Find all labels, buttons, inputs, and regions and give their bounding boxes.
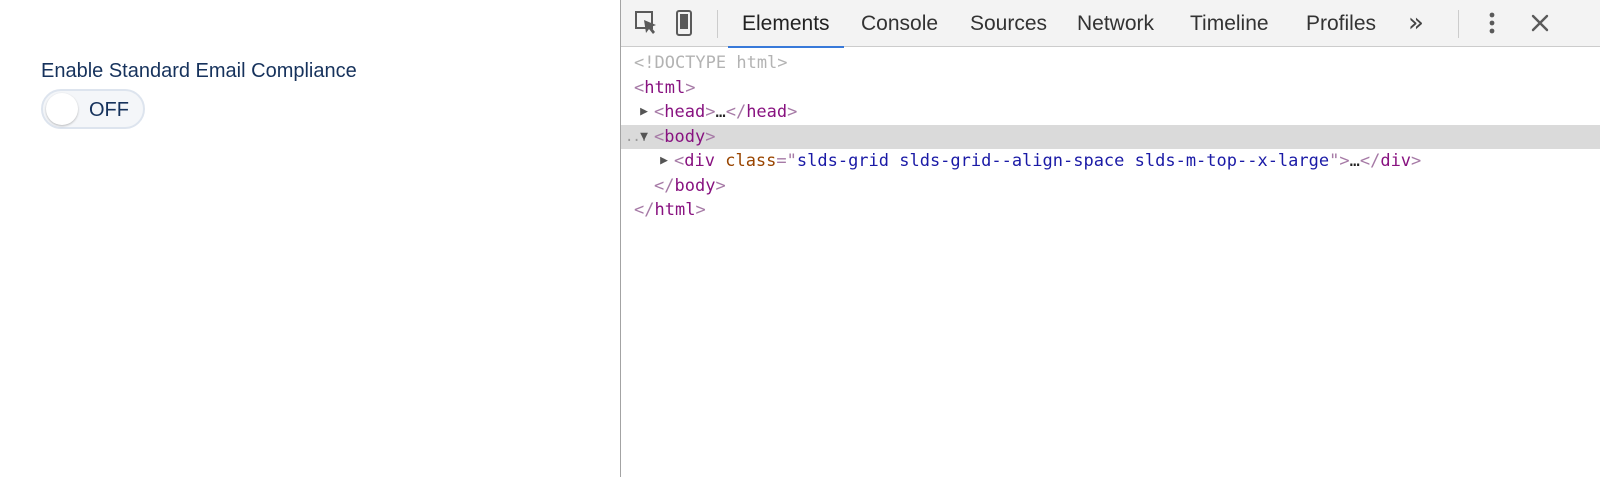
head-close-tag: head	[746, 102, 788, 122]
body-close-tag: body	[674, 175, 716, 196]
div-tag: div	[684, 151, 715, 171]
toolbar-separator	[717, 10, 718, 38]
tab-console[interactable]: Console	[847, 0, 952, 47]
expand-triangle-icon[interactable]: ▶	[657, 149, 671, 174]
dom-node-html-open[interactable]: <html>	[621, 76, 1600, 101]
kebab-menu-icon[interactable]	[1479, 10, 1505, 36]
dom-node-body-close[interactable]: </body>	[621, 174, 1600, 199]
tab-timeline[interactable]: Timeline	[1176, 0, 1283, 47]
toggle-state-label: OFF	[89, 99, 129, 121]
div-close-tag: div	[1380, 151, 1412, 171]
dom-node-html-close[interactable]: </html>	[621, 198, 1600, 223]
head-tag: head	[664, 102, 706, 122]
doctype-text: <!DOCTYPE html>	[634, 53, 788, 73]
tab-network[interactable]: Network	[1063, 0, 1168, 47]
device-mode-icon[interactable]	[671, 10, 697, 36]
dom-tree: <!DOCTYPE html> <html> ▶ <head>…</head> …	[621, 51, 1600, 223]
head-ellipsis: …	[715, 102, 726, 122]
toolbar-separator	[1458, 10, 1459, 38]
attr-value[interactable]: slds-grid slds-grid--align-space slds-m-…	[797, 151, 1329, 171]
tab-sources[interactable]: Sources	[956, 0, 1061, 47]
dom-node-body[interactable]: ... ▼ <body>	[621, 124, 1600, 150]
div-ellipsis: …	[1349, 151, 1360, 171]
devtools-toolbar: Elements Console Sources Network Timelin…	[621, 0, 1600, 48]
close-icon[interactable]	[1527, 10, 1553, 36]
body-tag: body	[664, 126, 706, 147]
dom-node-doctype[interactable]: <!DOCTYPE html>	[621, 51, 1600, 76]
dom-node-div[interactable]: ▶ <div class="slds-grid slds-grid--align…	[621, 149, 1600, 174]
html-tag: html	[644, 77, 686, 98]
attr-name: class	[725, 151, 777, 171]
inspect-element-icon[interactable]	[634, 10, 660, 36]
field-label: Enable Standard Email Compliance	[41, 60, 357, 82]
collapse-triangle-icon[interactable]: ▼	[637, 125, 651, 150]
more-tabs-icon[interactable]: »	[1403, 8, 1429, 38]
toggle-knob	[46, 93, 78, 125]
tab-profiles[interactable]: Profiles	[1292, 0, 1390, 47]
dom-node-head[interactable]: ▶ <head>…</head>	[621, 100, 1600, 125]
tab-elements[interactable]: Elements	[728, 0, 844, 48]
devtools-panel: Elements Console Sources Network Timelin…	[620, 0, 1600, 477]
page-viewport: Enable Standard Email Compliance OFF	[0, 0, 620, 477]
email-compliance-toggle[interactable]: OFF	[41, 89, 145, 129]
html-close-tag: html	[654, 200, 696, 220]
expand-triangle-icon[interactable]: ▶	[637, 100, 651, 125]
